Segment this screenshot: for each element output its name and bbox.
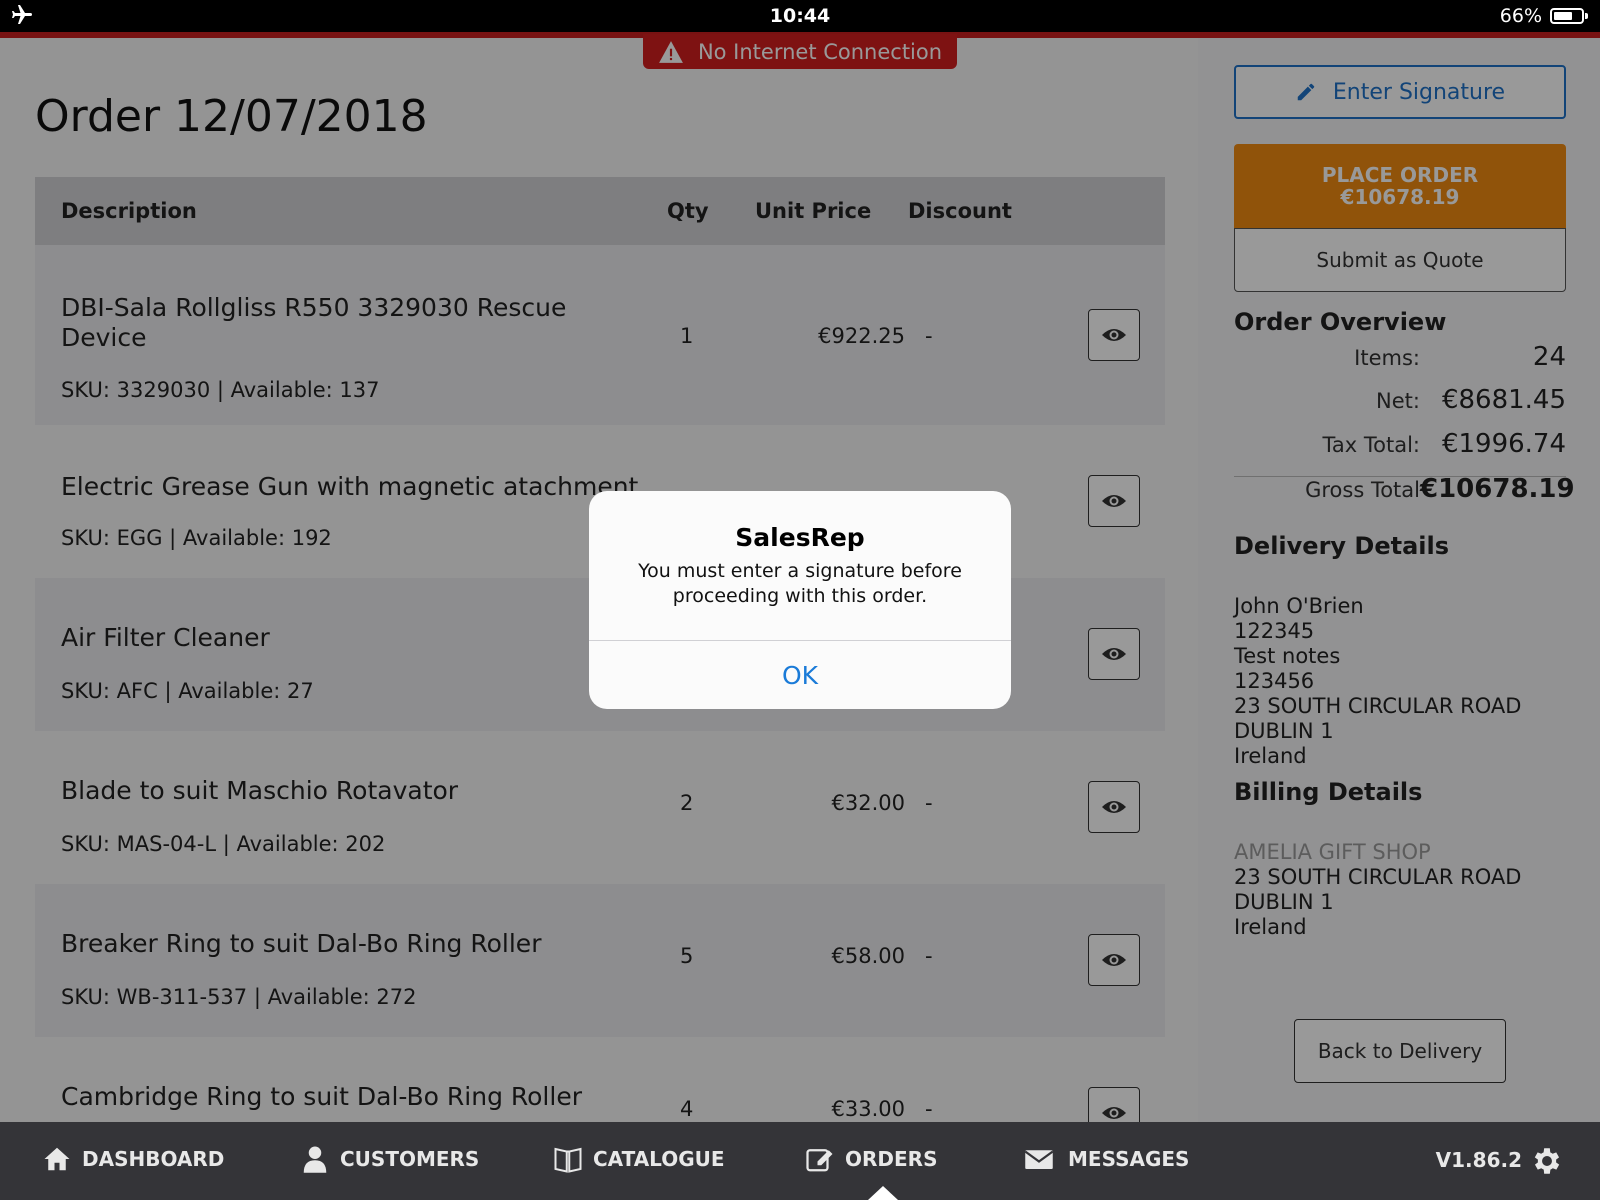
person-icon bbox=[303, 1146, 327, 1173]
edit-icon bbox=[806, 1149, 833, 1172]
app-version: V1.86.2 bbox=[1435, 1148, 1522, 1172]
dialog-ok-button[interactable]: OK bbox=[589, 641, 1011, 709]
active-nav-indicator bbox=[868, 1186, 898, 1200]
status-bar: 10:44 66% bbox=[0, 0, 1600, 32]
mail-icon bbox=[1024, 1150, 1054, 1169]
battery-percent: 66% bbox=[1499, 5, 1542, 27]
nav-customers[interactable]: CUSTOMERS bbox=[300, 1144, 479, 1174]
home-icon bbox=[44, 1147, 70, 1171]
nav-orders[interactable]: ORDERS bbox=[805, 1144, 937, 1174]
nav-label: MESSAGES bbox=[1068, 1147, 1190, 1171]
nav-catalogue[interactable]: CATALOGUE bbox=[553, 1144, 725, 1174]
battery-icon bbox=[1550, 8, 1588, 24]
dialog-title: SalesRep bbox=[735, 523, 865, 552]
nav-label: CUSTOMERS bbox=[340, 1147, 480, 1171]
nav-label: ORDERS bbox=[845, 1147, 938, 1171]
nav-label: CATALOGUE bbox=[593, 1147, 725, 1171]
book-icon bbox=[554, 1147, 582, 1173]
bottom-nav: DASHBOARD CUSTOMERS CATALOGUE ORDERS MES… bbox=[0, 1122, 1600, 1200]
nav-label: DASHBOARD bbox=[82, 1147, 225, 1171]
status-time: 10:44 bbox=[769, 5, 831, 27]
signature-required-dialog: SalesRep You must enter a signature befo… bbox=[589, 491, 1011, 709]
gear-icon[interactable] bbox=[1530, 1144, 1564, 1178]
nav-messages[interactable]: MESSAGES bbox=[1020, 1144, 1189, 1174]
dialog-message: You must enter a signature before procee… bbox=[638, 560, 962, 607]
nav-dashboard[interactable]: DASHBOARD bbox=[42, 1144, 224, 1174]
